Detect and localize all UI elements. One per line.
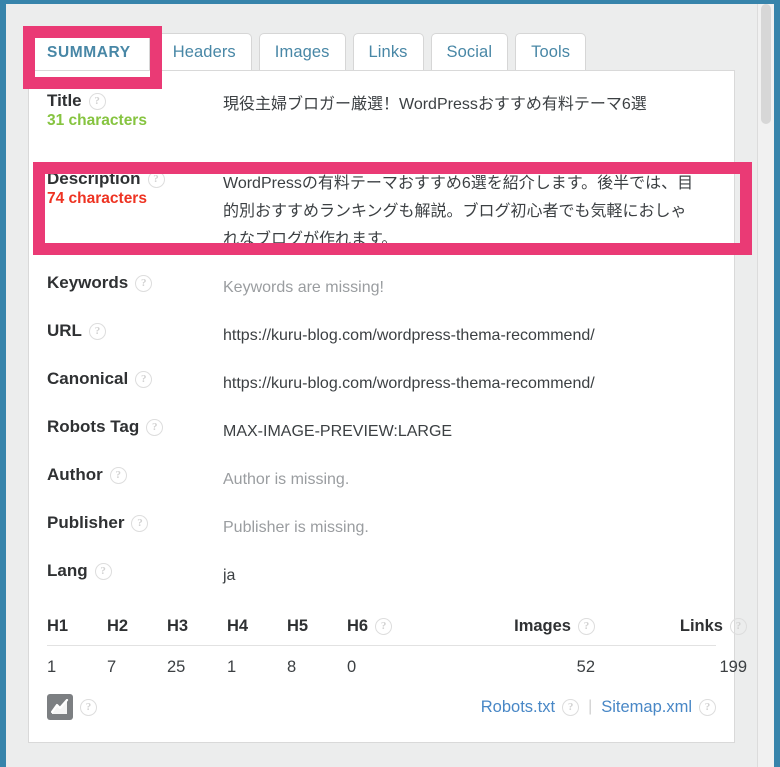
page-content: SUMMARY Headers Images Links Social Tool…	[6, 4, 758, 763]
row-robots-tag-label: Robots Tag	[47, 417, 140, 436]
cell-h5: 8	[287, 657, 297, 676]
tab-summary-label: SUMMARY	[47, 43, 131, 61]
tab-summary[interactable]: SUMMARY	[28, 33, 150, 71]
chart-icon[interactable]	[47, 694, 73, 720]
col-header-links-group: Links ?	[595, 617, 747, 636]
col-header-h6: H6	[347, 616, 369, 635]
tab-tools-label: Tools	[531, 43, 571, 61]
help-icon-url[interactable]: ?	[88, 322, 106, 340]
help-icon-links[interactable]: ?	[730, 617, 747, 635]
help-icon-chart[interactable]: ?	[80, 698, 97, 716]
col-header-images: Images	[514, 616, 571, 635]
row-url-value: https://kuru-blog.com/wordpress-thema-re…	[223, 327, 595, 344]
help-icon-headings[interactable]: ?	[375, 617, 393, 635]
row-description-value: WordPressの有料テーマおすすめ6選を紹介します。後半では、目的別おすすめ…	[223, 175, 694, 248]
col-header-h4: H4	[227, 616, 249, 635]
cell-h6: 0	[347, 657, 357, 676]
row-publisher-label: Publisher	[47, 513, 125, 532]
row-keywords: Keywords ? Keywords are missing!	[29, 273, 734, 301]
row-url: URL ? https://kuru-blog.com/wordpress-th…	[29, 321, 734, 349]
row-author-label: Author	[47, 465, 103, 484]
col-header-images-group: Images ?	[443, 617, 595, 636]
help-icon-keywords[interactable]: ?	[135, 274, 153, 292]
help-icon-description[interactable]: ?	[147, 170, 165, 188]
panel-footer: ? Robots.txt ? | Sitemap.xml ?	[47, 687, 716, 727]
help-icon-lang[interactable]: ?	[94, 562, 112, 580]
tab-social[interactable]: Social	[430, 33, 509, 71]
row-title: Title ? 31 characters 現役主婦ブロガー厳選！WordPre…	[29, 90, 734, 162]
row-keywords-label-group: Keywords ?	[47, 273, 223, 293]
description-char-count: 74 characters	[47, 190, 147, 207]
row-lang-label-group: Lang ?	[47, 561, 223, 581]
row-lang: Lang ? ja	[29, 561, 734, 589]
help-icon-sitemap-xml[interactable]: ?	[699, 698, 716, 716]
row-author-label-group: Author ?	[47, 465, 223, 485]
cell-links: 199	[719, 657, 747, 676]
help-icon-author[interactable]: ?	[109, 466, 127, 484]
col-header-h2: H2	[107, 616, 129, 635]
robots-txt-link[interactable]: Robots.txt	[481, 698, 555, 717]
col-header-h6-group: H6 ?	[347, 617, 443, 636]
counts-table-value-row: 1 7 25 1 8 0 52 199	[47, 646, 747, 688]
row-author-value: Author is missing.	[223, 471, 350, 488]
help-icon-robots-tag[interactable]: ?	[146, 418, 164, 436]
scrollbar-thumb[interactable]	[761, 4, 771, 124]
row-title-value: 現役主婦ブロガー厳選！WordPressおすすめ有料テーマ6選	[223, 96, 647, 113]
row-author: Author ? Author is missing.	[29, 465, 734, 493]
tab-headers[interactable]: Headers	[156, 33, 252, 71]
row-keywords-value: Keywords are missing!	[223, 279, 384, 296]
row-keywords-label: Keywords	[47, 273, 129, 292]
row-url-label-group: URL ?	[47, 321, 223, 341]
row-canonical-value: https://kuru-blog.com/wordpress-thema-re…	[223, 375, 595, 392]
row-publisher: Publisher ? Publisher is missing.	[29, 513, 734, 541]
sitemap-xml-link[interactable]: Sitemap.xml	[601, 698, 692, 717]
cell-h1: 1	[47, 657, 57, 676]
tab-links-label: Links	[368, 43, 408, 61]
help-icon-title[interactable]: ?	[88, 92, 106, 110]
summary-panel: Title ? 31 characters 現役主婦ブロガー厳選！WordPre…	[28, 70, 747, 743]
help-icon-images[interactable]: ?	[578, 617, 595, 635]
tab-headers-label: Headers	[172, 43, 236, 61]
tab-social-label: Social	[446, 43, 493, 61]
help-icon-canonical[interactable]: ?	[135, 370, 153, 388]
vertical-scrollbar[interactable]	[757, 4, 774, 767]
tab-tools[interactable]: Tools	[515, 33, 587, 71]
row-lang-value: ja	[223, 567, 236, 584]
row-url-label: URL	[47, 321, 82, 340]
browser-window: SUMMARY Headers Images Links Social Tool…	[0, 0, 780, 767]
tab-images[interactable]: Images	[258, 33, 346, 71]
row-description-label-group: Description ? 74 characters	[47, 168, 223, 210]
row-canonical: Canonical ? https://kuru-blog.com/wordpr…	[29, 369, 734, 397]
row-robots-tag-value: MAX-IMAGE-PREVIEW:LARGE	[223, 423, 453, 440]
cell-h3: 25	[167, 657, 186, 676]
tab-links[interactable]: Links	[352, 33, 424, 71]
cell-images: 52	[576, 657, 595, 676]
col-header-h5: H5	[287, 616, 309, 635]
title-char-count: 31 characters	[47, 112, 147, 129]
footer-separator: |	[588, 698, 593, 715]
cell-h4: 1	[227, 657, 237, 676]
row-title-label: Title	[47, 91, 82, 110]
col-header-links: Links	[679, 616, 723, 635]
row-publisher-value: Publisher is missing.	[223, 519, 369, 536]
col-header-h1: H1	[47, 616, 69, 635]
counts-table: H1 H2 H3 H4 H5 H6 ? Images ? Links ? 1 7…	[47, 607, 747, 688]
footer-links: Robots.txt ? | Sitemap.xml ?	[481, 698, 716, 717]
help-icon-publisher[interactable]: ?	[131, 514, 149, 532]
tab-images-label: Images	[274, 43, 330, 61]
row-description: Description ? 74 characters WordPressの有料…	[29, 168, 734, 260]
help-icon-robots-txt[interactable]: ?	[562, 698, 580, 716]
row-canonical-label: Canonical	[47, 369, 129, 388]
col-header-h3: H3	[167, 616, 189, 635]
row-robots-tag: Robots Tag ? MAX-IMAGE-PREVIEW:LARGE	[29, 417, 734, 445]
row-title-label-group: Title ? 31 characters	[47, 90, 223, 132]
row-publisher-label-group: Publisher ?	[47, 513, 223, 533]
cell-h2: 7	[107, 657, 117, 676]
row-description-label: Description	[47, 169, 141, 188]
row-robots-tag-label-group: Robots Tag ?	[47, 417, 223, 437]
tab-bar: SUMMARY Headers Images Links Social Tool…	[28, 30, 587, 71]
row-lang-label: Lang	[47, 561, 88, 580]
counts-table-header-row: H1 H2 H3 H4 H5 H6 ? Images ? Links ?	[47, 607, 747, 646]
row-canonical-label-group: Canonical ?	[47, 369, 223, 389]
